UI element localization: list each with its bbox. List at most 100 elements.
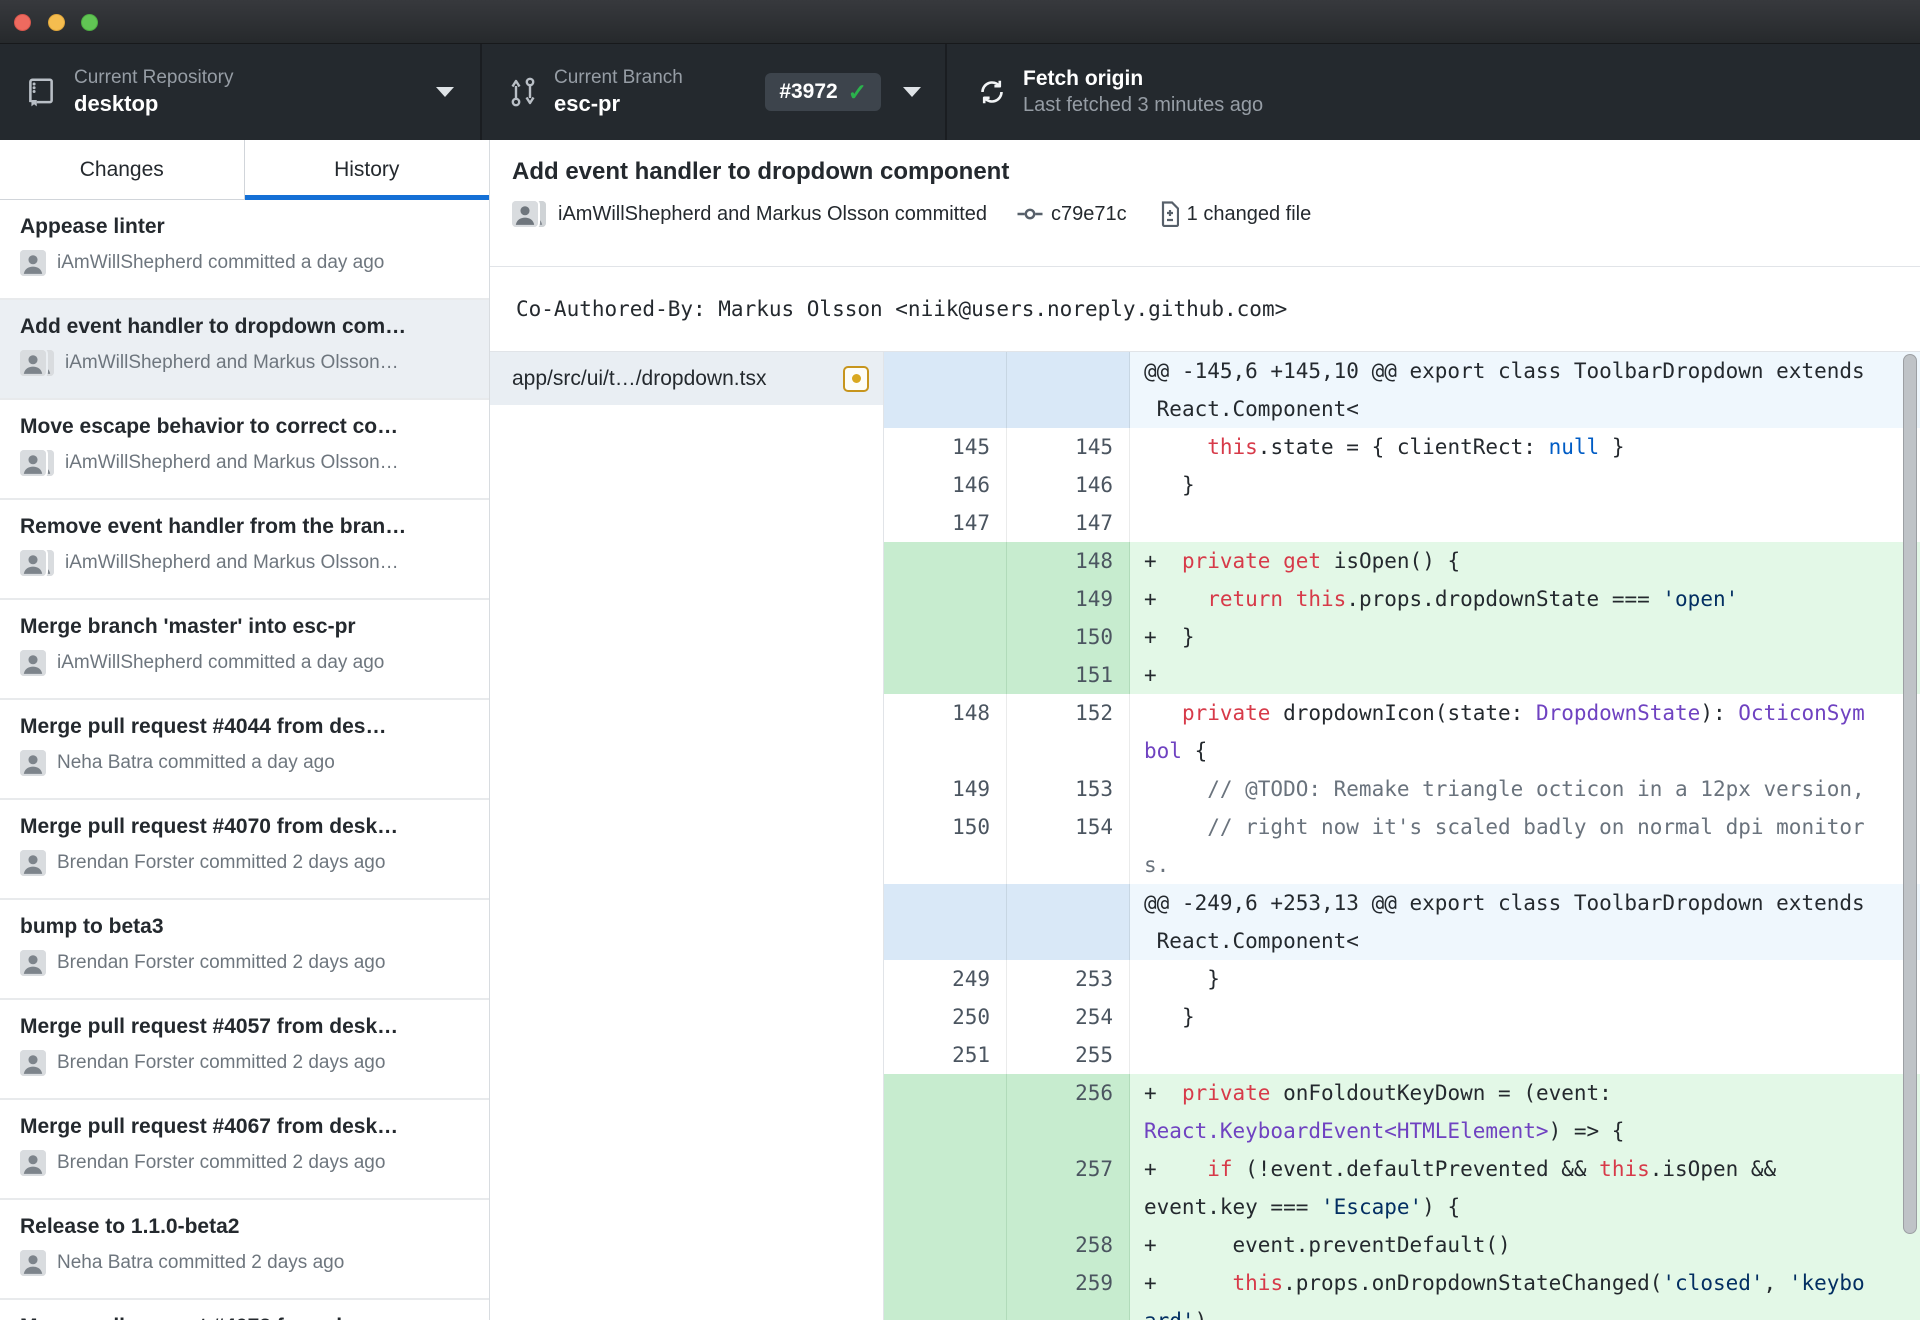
commit-list-item[interactable]: Release to 1.1.0-beta2 Neha Batra committ… <box>0 1200 489 1300</box>
diff-view: @@ -145,6 +145,10 @@ export class Toolba… <box>884 352 1920 1320</box>
commit-authors-text: iAmWillShepherd and Markus Olsson commit… <box>558 202 988 225</box>
diff-added-line: 151 + <box>884 656 1920 694</box>
toolbar: Current Repository desktop Current Branc… <box>0 44 1920 140</box>
pr-number-badge[interactable]: #3972 ✓ <box>765 73 881 111</box>
new-line-number <box>1007 884 1130 960</box>
commit-list-item[interactable]: bump to beta3 Brendan Forster committed 2… <box>0 900 489 1000</box>
commit-list-item[interactable]: Merge pull request #4072 from des… <box>0 1300 489 1320</box>
old-line-number <box>884 656 1007 694</box>
new-line-number: 258 <box>1007 1226 1130 1264</box>
zoom-window-button[interactable] <box>81 14 98 31</box>
minimize-window-button[interactable] <box>48 14 65 31</box>
old-line-number <box>884 542 1007 580</box>
github-desktop-window: Current Repository desktop Current Branc… <box>0 0 1920 1320</box>
diff-added-line: 149 + return this.props.dropdownState ===… <box>884 580 1920 618</box>
file-row[interactable]: app/src/ui/t…/dropdown.tsx <box>490 352 883 405</box>
diff-added-line: 256 + private onFoldoutKeyDown = (event: … <box>884 1074 1920 1150</box>
diff-code-text <box>1130 504 1920 542</box>
diff-context-line: 148 152 private dropdownIcon(state: Dropd… <box>884 694 1920 770</box>
old-line-number: 150 <box>884 808 1007 884</box>
old-line-number <box>884 618 1007 656</box>
diff-code-text: // @TODO: Remake triangle octicon in a 1… <box>1207 777 1865 801</box>
diff-code-text: + private get isOpen() { <box>1130 542 1920 580</box>
diff-added-line: 148 + private get isOpen() { <box>884 542 1920 580</box>
diff-code-text: } <box>1144 473 1195 497</box>
commit-item-title: Add event handler to dropdown com… <box>20 315 407 338</box>
file-path: app/src/ui/t…/dropdown.tsx <box>512 366 767 390</box>
avatar <box>20 950 46 976</box>
avatar <box>512 201 538 227</box>
commit-list-item[interactable]: Remove event handler from the bran… iAmWi… <box>0 500 489 600</box>
commit-item-meta: Brendan Forster committed 2 days ago <box>57 852 386 873</box>
avatar <box>20 550 46 576</box>
commit-item-meta: iAmWillShepherd committed a day ago <box>57 252 385 273</box>
last-fetched-text: Last fetched 3 minutes ago <box>1023 93 1264 116</box>
close-window-button[interactable] <box>14 14 31 31</box>
diff-code-text: + if (!event.defaultPrevented && this.is… <box>1130 1150 1920 1226</box>
tab-changes[interactable]: Changes <box>0 140 245 199</box>
diff-scrollbar[interactable] <box>1903 354 1917 1234</box>
commit-list-item[interactable]: Merge pull request #4067 from desk… Brend… <box>0 1100 489 1200</box>
fetch-origin-button[interactable]: Fetch origin Last fetched 3 minutes ago <box>945 44 1412 140</box>
chevron-down-icon <box>903 87 921 97</box>
current-branch-label: Current Branch <box>554 67 683 89</box>
new-line-number: 148 <box>1007 542 1130 580</box>
diff-context-line: 146 146 } <box>884 466 1920 504</box>
commit-item-title: Merge pull request #4072 from des… <box>20 1315 471 1320</box>
commit-list-item[interactable]: Appease linter iAmWillShepherd committed … <box>0 200 489 300</box>
commit-item-title: Appease linter <box>20 215 165 238</box>
avatar-stack <box>20 350 54 376</box>
diff-code-text: + } <box>1130 618 1920 656</box>
commit-list-item[interactable]: Merge branch 'master' into esc-pr iAmWill… <box>0 600 489 700</box>
commit-item-meta: Neha Batra committed a day ago <box>57 752 335 773</box>
new-line-number: 254 <box>1007 998 1130 1036</box>
diff-hunk-header: @@ -249,6 +253,13 @@ export class Toolba… <box>884 884 1920 960</box>
commit-item-title: Merge pull request #4067 from desk… <box>20 1115 399 1138</box>
old-line-number <box>884 884 1007 960</box>
current-branch-value: esc-pr <box>554 91 621 117</box>
commit-list-item[interactable]: Merge pull request #4070 from desk… Brend… <box>0 800 489 900</box>
commit-description: Co-Authored-By: Markus Olsson <niik@user… <box>490 267 1920 352</box>
commit-list-item[interactable]: Move escape behavior to correct co… iAmWi… <box>0 400 489 500</box>
diff-code-text: private dropdownIcon(state: DropdownStat… <box>1144 701 1865 763</box>
old-line-number: 249 <box>884 960 1007 998</box>
old-line-number: 250 <box>884 998 1007 1036</box>
old-line-number: 149 <box>884 770 1007 808</box>
new-line-number: 154 <box>1007 808 1130 884</box>
commit-list-item[interactable]: Add event handler to dropdown com… iAmWil… <box>0 300 489 400</box>
diff-context-line: 147 147 <box>884 504 1920 542</box>
commit-list-item[interactable]: Merge pull request #4044 from des… Neha B… <box>0 700 489 800</box>
tab-history[interactable]: History <box>244 140 490 200</box>
changed-files-count: 1 changed file <box>1186 202 1312 225</box>
repo-icon <box>24 75 58 109</box>
commit-item-title: Merge pull request #4057 from desk… <box>20 1015 399 1038</box>
old-line-number <box>884 580 1007 618</box>
old-line-number <box>884 1226 1007 1264</box>
old-line-number: 148 <box>884 694 1007 770</box>
new-line-number: 150 <box>1007 618 1130 656</box>
diff-hunk-header: @@ -145,6 +145,10 @@ export class Toolba… <box>884 352 1920 428</box>
commit-item-meta: Neha Batra committed 2 days ago <box>57 1252 345 1273</box>
diff-code-text: } <box>1144 1005 1195 1029</box>
diff-added-line: 257 + if (!event.defaultPrevented && this… <box>884 1150 1920 1226</box>
new-line-number: 145 <box>1007 428 1130 466</box>
commit-item-title: Merge pull request #4070 from desk… <box>20 815 399 838</box>
new-line-number: 257 <box>1007 1150 1130 1226</box>
diff-added-line: 258 + event.preventDefault() <box>884 1226 1920 1264</box>
commit-list-item[interactable]: Merge pull request #4057 from desk… Brend… <box>0 1000 489 1100</box>
old-line-number <box>884 1150 1007 1226</box>
current-repository-value: desktop <box>74 91 159 117</box>
old-line-number <box>884 1074 1007 1150</box>
pr-check-icon: ✓ <box>847 78 867 105</box>
avatar <box>20 1150 46 1176</box>
current-branch-button[interactable]: Current Branch esc-pr #3972 ✓ <box>480 44 945 140</box>
commit-detail-panel: Add event handler to dropdown component … <box>490 140 1920 1320</box>
current-repository-button[interactable]: Current Repository desktop <box>0 44 480 140</box>
old-line-number: 145 <box>884 428 1007 466</box>
avatar <box>20 850 46 876</box>
commit-item-title: Merge branch 'master' into esc-pr <box>20 615 356 638</box>
commit-author-avatars <box>512 201 546 227</box>
diff-code-text: + event.preventDefault() <box>1130 1226 1920 1264</box>
commit-item-title: Release to 1.1.0-beta2 <box>20 1215 240 1238</box>
